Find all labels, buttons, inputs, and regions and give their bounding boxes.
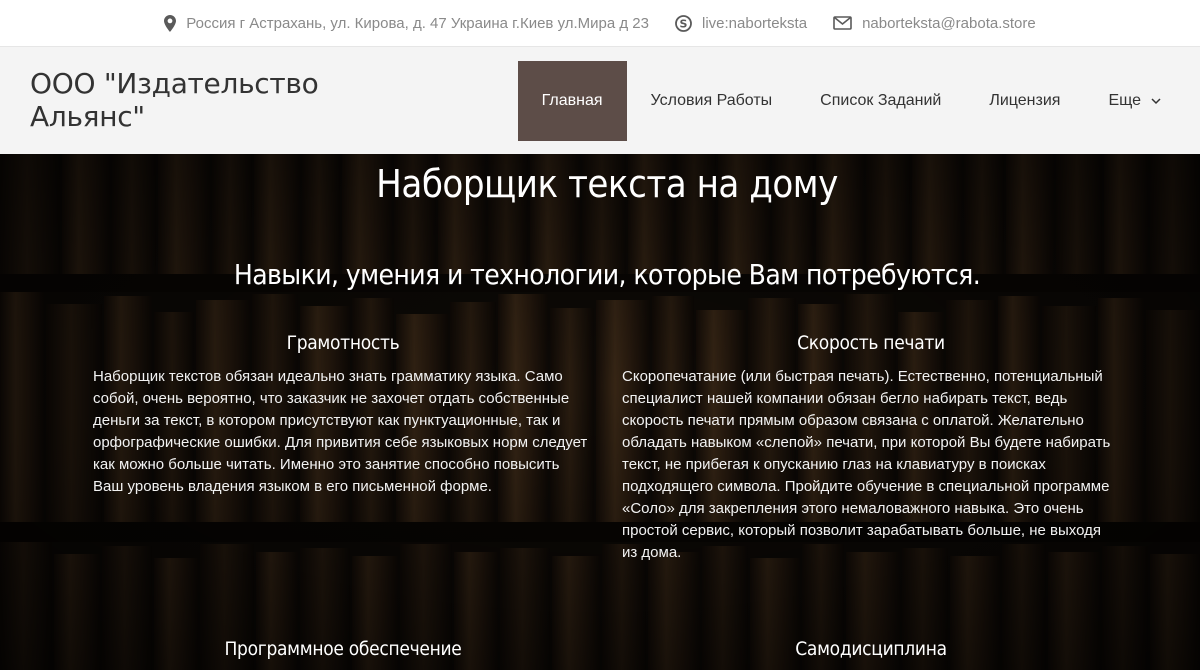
nav-item-label: Главная (541, 92, 603, 109)
site-header: ООО "Издательство Альянс" Главная Услови… (0, 47, 1200, 154)
section-text: Скоропечатание (или быстрая печать). Ест… (622, 368, 1111, 561)
contact-bar: Россия г Астрахань, ул. Кирова, д. 47 Ук… (0, 0, 1200, 47)
page-subtitle: Навыки, умения и технологии, которые Вам… (233, 258, 981, 291)
skype-link[interactable]: live:naborteksta (702, 15, 807, 32)
nav-item-label: Еще (1108, 92, 1141, 109)
address-item: Россия г Астрахань, ул. Кирова, д. 47 Ук… (164, 14, 649, 32)
section-software: Программное обеспечение (93, 638, 593, 660)
section-typing-speed: Скорость печати Скоропечатание (или быст… (622, 332, 1120, 564)
nav-item-license[interactable]: Лицензия (965, 61, 1084, 141)
nav-item-label: Список Заданий (820, 92, 942, 109)
map-pin-icon (164, 14, 177, 32)
page-title: Наборщик текста на дому (376, 162, 838, 206)
envelope-icon (833, 16, 852, 30)
section-self-discipline: Самодисциплина (622, 638, 1120, 660)
hero-section: Наборщик текста на дому Навыки, умения и… (0, 154, 1200, 670)
section-heading: Программное обеспечение (224, 638, 462, 660)
section-heading: Самодисциплина (795, 638, 947, 660)
nav-item-more[interactable]: Еще (1084, 61, 1185, 141)
section-text: Наборщик текстов обязан идеально знать г… (93, 368, 588, 495)
email-item[interactable]: naborteksta@rabota.store (833, 15, 1036, 32)
email-link[interactable]: naborteksta@rabota.store (862, 15, 1036, 32)
chevron-down-icon (1151, 97, 1161, 105)
nav-item-label: Условия Работы (650, 92, 773, 109)
main-nav: Главная Условия Работы Список Заданий Ли… (517, 61, 1185, 141)
site-logo[interactable]: ООО "Издательство Альянс" (30, 67, 360, 133)
nav-item-tasks[interactable]: Список Заданий (796, 61, 965, 141)
svg-text:S: S (680, 17, 688, 30)
section-literacy: Грамотность Наборщик текстов обязан идеа… (93, 332, 593, 498)
section-heading: Грамотность (286, 332, 400, 354)
section-heading: Скорость печати (797, 332, 945, 354)
nav-item-terms[interactable]: Условия Работы (627, 61, 797, 141)
address-text: Россия г Астрахань, ул. Кирова, д. 47 Ук… (186, 14, 649, 32)
nav-item-label: Лицензия (989, 92, 1061, 109)
skype-icon: S (675, 14, 692, 32)
nav-item-home[interactable]: Главная (517, 61, 627, 141)
skype-item[interactable]: S live:naborteksta (675, 15, 807, 32)
hero-content: Наборщик текста на дому Навыки, умения и… (0, 154, 1200, 670)
